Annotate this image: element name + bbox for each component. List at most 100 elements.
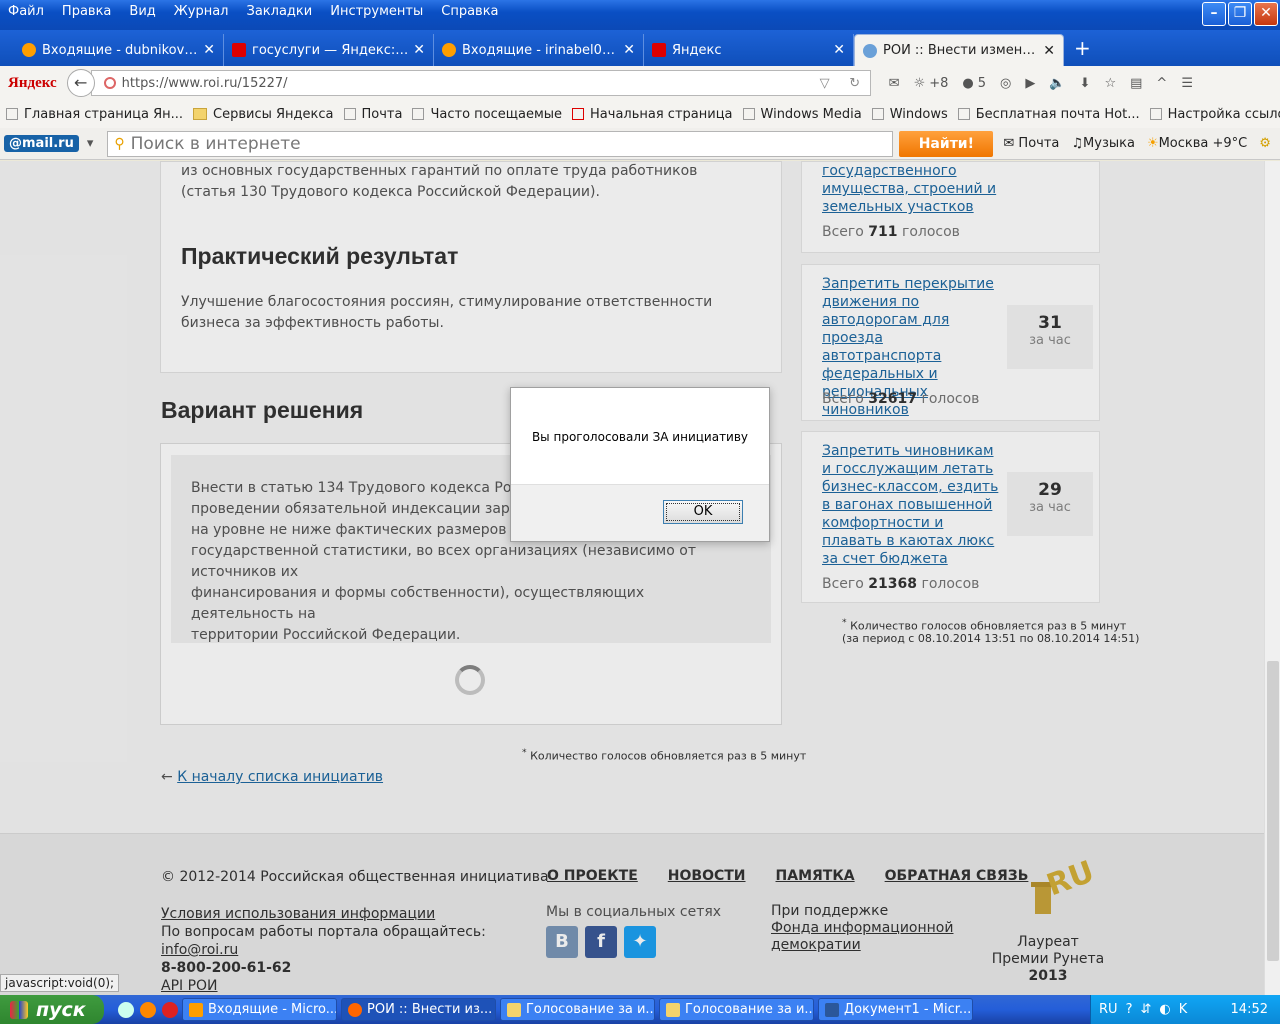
bookmark-label: Часто посещаемые: [430, 106, 563, 122]
taskbar-task[interactable]: Голосование за и...: [659, 998, 814, 1021]
bookmark-label: Бесплатная почта Hot...: [975, 106, 1140, 122]
hamburger-menu-icon[interactable]: ☰: [1181, 76, 1193, 91]
task-label: Входящие - Micro...: [208, 1002, 337, 1017]
menu-bookmarks[interactable]: Закладки: [243, 0, 317, 24]
start-button[interactable]: пуск: [0, 995, 104, 1024]
bookmark-label: Главная страница Ян...: [24, 106, 184, 122]
windows-logo-icon: [10, 1000, 28, 1019]
bookmark-item[interactable]: Windows Media: [742, 107, 862, 122]
web-search-input[interactable]: ⚲ Поиск в интернете: [107, 130, 894, 157]
taskbar-task[interactable]: РОИ :: Внести из...: [341, 998, 496, 1021]
ok-button[interactable]: OK: [663, 500, 743, 524]
tab-label: Входящие - dubnikovan...: [42, 42, 200, 58]
yandex-browser-icon[interactable]: [162, 1001, 178, 1018]
task-label: Голосование за и...: [685, 1002, 814, 1017]
tab-label: Входящие - irinabel010...: [462, 42, 620, 58]
bookmark-item[interactable]: Бесплатная почта Hot...: [957, 106, 1140, 122]
bookmark-item[interactable]: Главная страница Ян...: [6, 107, 183, 122]
close-window-button[interactable]: ✕: [1254, 2, 1278, 26]
site-identity-icon[interactable]: [103, 77, 116, 89]
modal-overlay: [0, 161, 1264, 995]
maximize-button[interactable]: ❐: [1228, 2, 1252, 26]
menu-bar: Файл Правка Вид Журнал Закладки Инструме…: [0, 0, 513, 24]
menu-tools[interactable]: Инструменты: [326, 0, 427, 24]
bookmark-item[interactable]: Почта: [343, 106, 403, 122]
bookmark-label: Почта: [361, 106, 403, 122]
taskbar-task[interactable]: Голосование за и...: [500, 998, 655, 1021]
help-icon[interactable]: ?: [1126, 1002, 1133, 1017]
tab-inbox-1[interactable]: Входящие - dubnikovan... ✕: [14, 34, 224, 66]
star-icon[interactable]: ☆: [1104, 76, 1116, 91]
scrollbar-thumb[interactable]: [1267, 661, 1279, 961]
menu-file[interactable]: Файл: [4, 0, 48, 24]
mail-link-label: Почта: [1018, 136, 1060, 151]
badge-widget[interactable]: ● 5: [962, 76, 986, 91]
yandex-icon: [652, 43, 666, 57]
page-icon: [871, 108, 884, 120]
close-tab-icon[interactable]: ✕: [413, 42, 425, 58]
close-tab-icon[interactable]: ✕: [623, 42, 635, 58]
weather-link[interactable]: ☀Москва +9°С: [1147, 136, 1247, 151]
firefox-icon[interactable]: [140, 1001, 156, 1018]
minimize-button[interactable]: –: [1202, 2, 1226, 26]
chevron-up-icon[interactable]: ^: [1156, 76, 1167, 91]
music-link[interactable]: ♫Музыка: [1071, 136, 1135, 151]
antivirus-icon[interactable]: K: [1179, 1002, 1188, 1017]
bookmark-item[interactable]: Сервисы Яндекса: [193, 107, 334, 122]
close-tab-icon[interactable]: ✕: [203, 42, 215, 58]
bookmark-item[interactable]: Начальная страница: [572, 107, 733, 122]
dropdown-icon[interactable]: ▽: [810, 76, 840, 91]
mailbar-links: ✉ Почта ♫Музыка ☀Москва +9°С ⚙: [1003, 136, 1271, 151]
settings-gear-icon[interactable]: ⚙: [1259, 136, 1271, 151]
tab-label: Яндекс: [672, 42, 722, 58]
quicklaunch-app-icon[interactable]: [118, 1001, 134, 1018]
page-scrollbar[interactable]: [1264, 161, 1280, 995]
back-button[interactable]: ←: [66, 69, 95, 97]
firefox-icon: [348, 1002, 362, 1017]
menu-history[interactable]: Журнал: [170, 0, 233, 24]
mail-link[interactable]: ✉ Почта: [1003, 136, 1059, 151]
mail-icon: [343, 108, 356, 120]
menu-edit[interactable]: Правка: [58, 0, 115, 24]
yandex-logo[interactable]: Яндекс: [8, 75, 57, 92]
reload-icon[interactable]: ↻: [840, 76, 870, 91]
new-tab-icon[interactable]: +: [1064, 36, 1101, 66]
weather-widget[interactable]: ☼ +8: [914, 76, 949, 91]
taskbar-task[interactable]: Документ1 - Micr...: [818, 998, 973, 1021]
menu-view[interactable]: Вид: [125, 0, 159, 24]
tab-roi[interactable]: РОИ :: Внести изменен... ✕: [854, 34, 1064, 66]
quick-launch: [118, 1001, 178, 1018]
bookmark-item[interactable]: Настройка ссылок: [1149, 107, 1280, 122]
network-icon[interactable]: ⇵: [1140, 1002, 1151, 1017]
address-bar[interactable]: https://www.roi.ru/15227/ ▽ ↻: [90, 70, 871, 96]
dialog-message: Вы проголосовали ЗА инициативу: [531, 430, 749, 444]
play-icon[interactable]: ▶: [1025, 76, 1035, 91]
close-tab-icon[interactable]: ✕: [833, 42, 845, 58]
find-button[interactable]: Найти!: [899, 130, 994, 157]
mailru-logo[interactable]: @mail.ru: [4, 135, 79, 152]
close-tab-icon[interactable]: ✕: [1043, 43, 1055, 59]
page-icon: [6, 108, 18, 120]
tray-app-icon[interactable]: ◐: [1159, 1002, 1170, 1017]
word-icon: [825, 1002, 839, 1017]
menu-help[interactable]: Справка: [437, 0, 502, 24]
mailru-agent-icon[interactable]: ◎: [1000, 76, 1011, 91]
window-titlebar: Файл Правка Вид Журнал Закладки Инструме…: [0, 0, 1280, 30]
sun-icon: ☀: [1146, 136, 1159, 151]
tab-gosuslugi[interactable]: госуслуги — Яндекс: на... ✕: [224, 34, 434, 66]
sun-icon: ☼: [913, 75, 926, 91]
mail-icon[interactable]: ✉: [889, 76, 900, 91]
speaker-icon[interactable]: 🔈: [1049, 76, 1065, 91]
url-text[interactable]: https://www.roi.ru/15227/: [122, 76, 810, 91]
windows-taskbar: пуск Входящие - Micro... РОИ :: Внести и…: [0, 995, 1280, 1024]
download-icon[interactable]: ⬇: [1080, 76, 1091, 91]
tab-inbox-2[interactable]: Входящие - irinabel010... ✕: [434, 34, 644, 66]
taskbar-task[interactable]: Входящие - Micro...: [182, 998, 337, 1021]
bookmark-item[interactable]: Часто посещаемые: [412, 107, 562, 122]
tab-yandex[interactable]: Яндекс ✕: [644, 34, 854, 66]
bookmark-item[interactable]: Windows: [871, 107, 948, 122]
reading-list-icon[interactable]: ▤: [1130, 76, 1142, 91]
language-indicator[interactable]: RU: [1099, 1002, 1118, 1017]
dropdown-icon[interactable]: ▾: [87, 136, 94, 151]
task-label: Документ1 - Micr...: [844, 1002, 972, 1017]
